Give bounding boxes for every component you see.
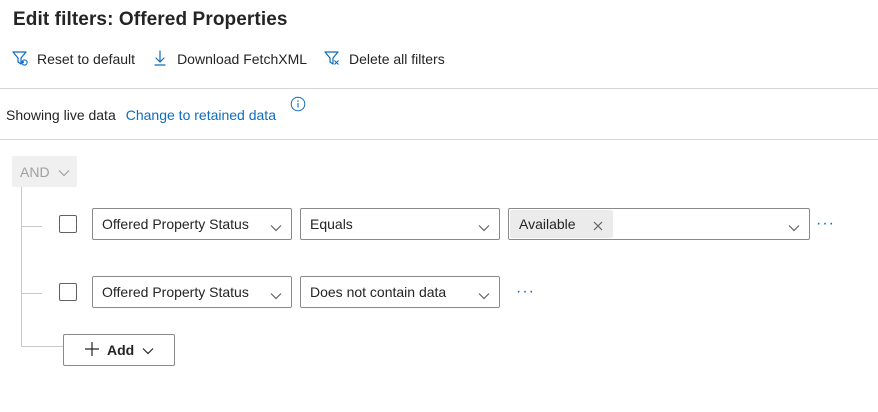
condition-field-value: Offered Property Status [102, 216, 249, 232]
chevron-down-icon [142, 342, 154, 358]
condition-field-value: Offered Property Status [102, 284, 249, 300]
data-source-row: Showing live data Change to retained dat… [6, 106, 276, 124]
condition-operator-value: Does not contain data [310, 284, 447, 300]
chevron-down-icon [50, 164, 70, 180]
tree-connector [21, 187, 22, 346]
filter-delete-icon [323, 49, 349, 70]
group-operator-dropdown[interactable]: AND [12, 156, 77, 187]
add-label: Add [107, 342, 135, 358]
live-data-status: Showing live data [6, 107, 116, 123]
more-options-icon[interactable]: ··· [816, 216, 835, 232]
condition-operator-value: Equals [310, 216, 353, 232]
more-options-icon[interactable]: ··· [516, 284, 535, 300]
chevron-down-icon [478, 219, 490, 235]
download-fetchxml-button[interactable]: Download FetchXML [151, 48, 307, 70]
condition-operator-dropdown[interactable]: Equals [300, 208, 500, 240]
tree-connector [21, 346, 63, 347]
chevron-down-icon [270, 287, 282, 303]
toolbar: Reset to default Download FetchXML Delet… [11, 48, 461, 70]
condition-field-dropdown[interactable]: Offered Property Status [92, 276, 292, 308]
close-icon[interactable] [593, 218, 603, 234]
filter-reset-icon [11, 49, 37, 70]
delete-all-filters-button[interactable]: Delete all filters [323, 48, 445, 70]
chevron-down-icon [788, 219, 800, 235]
plus-icon [84, 341, 100, 360]
group-operator-label: AND [20, 163, 50, 180]
value-tag-label: Available [519, 216, 576, 232]
condition-operator-dropdown[interactable]: Does not contain data [300, 276, 500, 308]
chevron-down-icon [270, 219, 282, 235]
divider [0, 88, 878, 89]
condition-checkbox[interactable] [59, 283, 77, 301]
download-icon [151, 49, 177, 70]
edit-filters-panel: Edit filters: Offered Properties Reset t… [0, 0, 878, 412]
chevron-down-icon [478, 287, 490, 303]
tree-connector [21, 293, 42, 294]
reset-to-default-label: Reset to default [37, 51, 136, 67]
change-to-retained-data-link[interactable]: Change to retained data [126, 107, 276, 123]
condition-field-dropdown[interactable]: Offered Property Status [92, 208, 292, 240]
add-condition-button[interactable]: Add [63, 334, 175, 366]
delete-all-filters-label: Delete all filters [349, 51, 445, 67]
value-tag: Available [510, 210, 613, 238]
tree-connector [21, 226, 42, 227]
condition-checkbox[interactable] [59, 215, 77, 233]
reset-to-default-button[interactable]: Reset to default [11, 48, 135, 70]
page-title: Edit filters: Offered Properties [13, 9, 288, 30]
download-fetchxml-label: Download FetchXML [177, 51, 308, 67]
divider [0, 139, 878, 140]
info-icon[interactable] [290, 96, 306, 117]
